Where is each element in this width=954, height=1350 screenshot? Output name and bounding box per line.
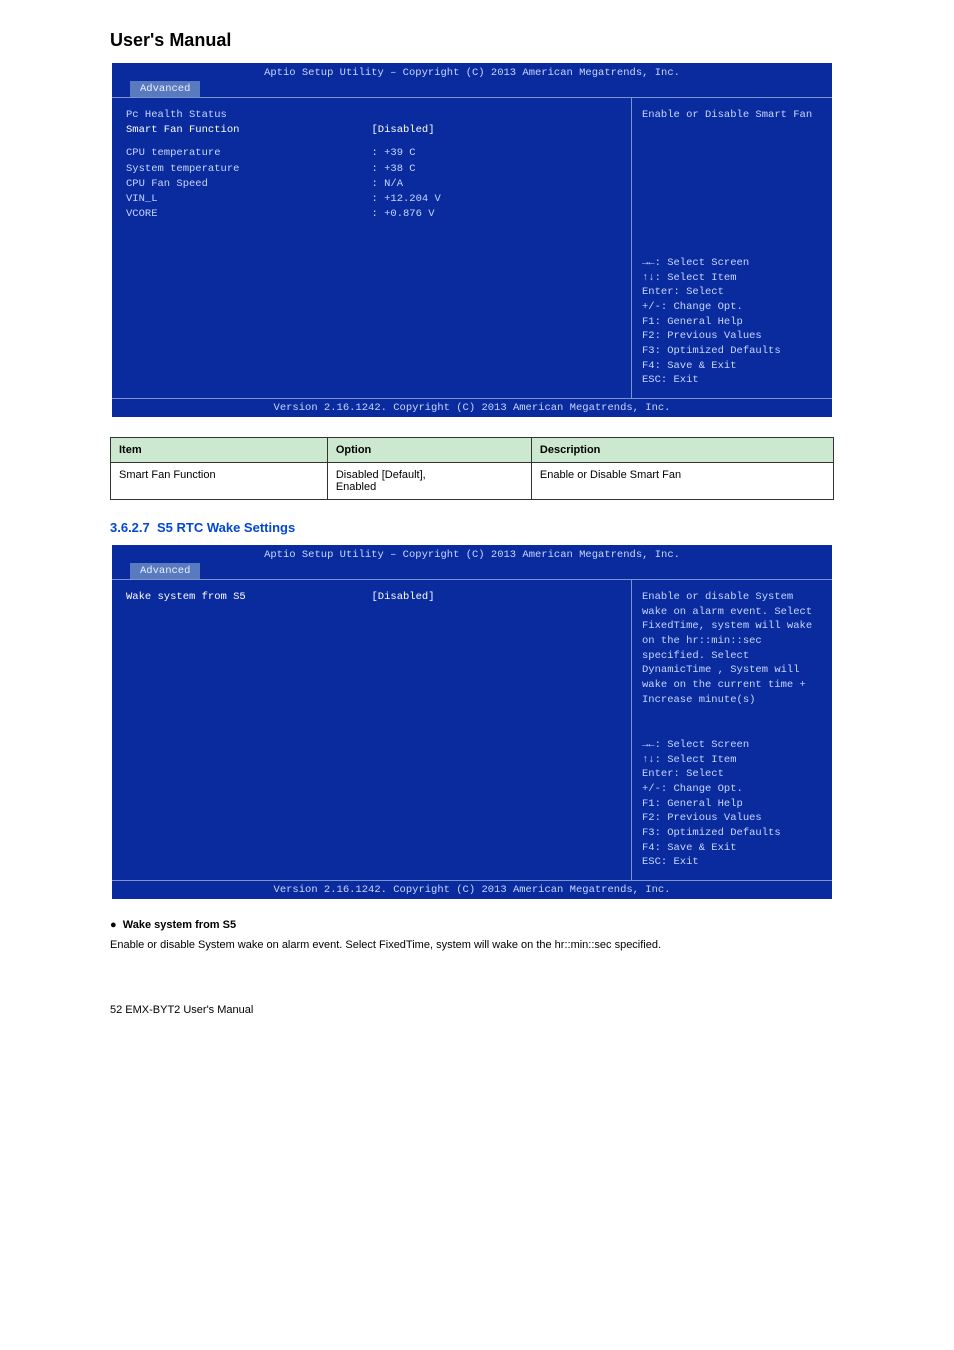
wake-s5-item[interactable]: Wake system from S5 [Disabled]: [126, 590, 617, 605]
bios-rtc-wake: Aptio Setup Utility – Copyright (C) 2013…: [110, 543, 834, 901]
ph-status-heading: Pc Health Status: [126, 108, 617, 123]
th-desc: Description: [531, 438, 833, 463]
vin-l-item: VIN_L : +12.204 V: [126, 192, 617, 207]
doc-title: User's Manual: [110, 30, 834, 51]
bios-footer: Version 2.16.1242. Copyright (C) 2013 Am…: [112, 881, 832, 899]
options-table: Item Option Description Smart Fan Functi…: [110, 437, 834, 500]
bios-header: Aptio Setup Utility – Copyright (C) 2013…: [112, 63, 832, 81]
page-footer: 52 EMX-BYT2 User's Manual: [110, 1004, 834, 1016]
bios-nav-help: →←: Select Screen ↑↓: Select Item Enter:…: [642, 738, 822, 870]
body-text: Enable or disable System wake on alarm e…: [110, 937, 834, 954]
th-item: Item: [111, 438, 328, 463]
tab-advanced[interactable]: Advanced: [130, 81, 200, 97]
bios-settings-pane: Pc Health Status Smart Fan Function [Dis…: [112, 98, 632, 398]
bios-help-text: Enable or Disable Smart Fan: [642, 108, 822, 123]
bullet-wake-s5: ● Wake system from S5: [110, 919, 834, 931]
bios-footer: Version 2.16.1242. Copyright (C) 2013 Am…: [112, 399, 832, 417]
table-row: Smart Fan Function Disabled [Default], E…: [111, 463, 834, 500]
tab-advanced[interactable]: Advanced: [130, 563, 200, 579]
section-heading: 3.6.2.7 S5 RTC Wake Settings: [110, 520, 834, 535]
sys-temp-item: System temperature : +38 C: [126, 162, 617, 177]
th-option: Option: [327, 438, 531, 463]
bios-nav-help: →←: Select Screen ↑↓: Select Item Enter:…: [642, 256, 822, 388]
cpu-fan-speed-item: CPU Fan Speed : N/A: [126, 177, 617, 192]
vcore-item: VCORE : +0.876 V: [126, 207, 617, 222]
smart-fan-item[interactable]: Smart Fan Function [Disabled]: [126, 123, 617, 138]
bios-header: Aptio Setup Utility – Copyright (C) 2013…: [112, 545, 832, 563]
bios-health-status: Aptio Setup Utility – Copyright (C) 2013…: [110, 61, 834, 419]
bios-help-text: Enable or disable System wake on alarm e…: [642, 590, 822, 708]
cpu-temp-item: CPU temperature : +39 C: [126, 146, 617, 161]
bios-settings-pane: Wake system from S5 [Disabled]: [112, 580, 632, 880]
